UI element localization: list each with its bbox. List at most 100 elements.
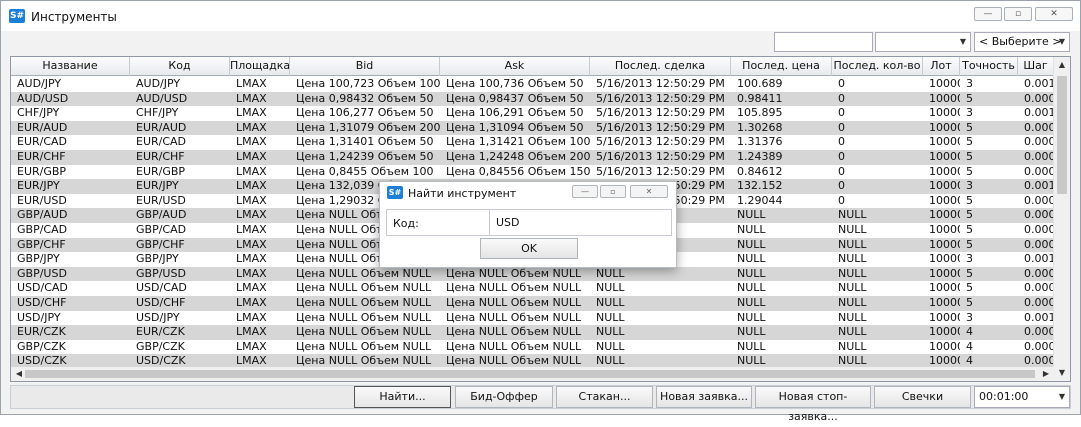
filter-input[interactable]	[774, 32, 873, 52]
table-row[interactable]: AUD/JPY AUD/JPY LMAX Цена 100,723 Объем 100…	[11, 77, 1054, 92]
column-header-last-trade[interactable]: Послед. сделка	[590, 57, 731, 76]
column-header-code[interactable]: Код	[130, 57, 230, 76]
dialog-minimize-icon[interactable]: —	[572, 185, 598, 198]
column-header-name[interactable]: Название	[11, 57, 130, 76]
security-select[interactable]: < Выберите > ▼	[974, 32, 1070, 52]
cell-lot: 10000	[929, 339, 960, 353]
cell-lot: 10000	[929, 296, 960, 309]
cell-step: 0.00001	[1024, 237, 1054, 251]
column-header-last-price[interactable]: Послед. цена	[731, 57, 832, 76]
cell-code: AUD/JPY	[136, 77, 181, 90]
column-header-bid[interactable]: Bid	[290, 57, 440, 76]
cell-last-volume: 0	[838, 164, 845, 178]
vertical-scrollbar[interactable]: ▲ ▼	[1053, 57, 1070, 381]
cell-lot: 10000	[929, 106, 960, 120]
table-row[interactable]: USD/JPY USD/JPY LMAX Цена NULL Объем NULL Це…	[11, 311, 1054, 326]
cell-last-volume: 0	[838, 135, 845, 149]
table-row[interactable]: GBP/CZK GBP/CZK LMAX Цена NULL Объем NULL Це…	[11, 340, 1054, 355]
cell-board: LMAX	[236, 179, 267, 193]
dialog-maximize-icon[interactable]: ▫	[600, 185, 626, 198]
cell-decimals: 3	[966, 106, 973, 120]
cell-lot: 10000	[929, 208, 960, 222]
scroll-up-icon[interactable]: ▲	[1054, 57, 1070, 73]
cell-name: EUR/CAD	[17, 135, 68, 149]
cell-name: AUD/USD	[17, 91, 69, 105]
cell-name: EUR/CHF	[17, 150, 66, 163]
cell-last-volume: NULL	[838, 296, 867, 309]
cell-last-price: 1.30268	[737, 120, 783, 134]
cell-last-price: NULL	[737, 339, 766, 353]
table-row[interactable]: USD/CAD USD/CAD LMAX Цена NULL Объем NULL Це…	[11, 281, 1054, 296]
cell-last-trade: NULL	[596, 325, 625, 339]
cell-lot: 10000	[929, 179, 960, 193]
cell-board: LMAX	[236, 281, 267, 295]
cell-code: GBP/CHF	[136, 237, 185, 251]
cell-board: LMAX	[236, 325, 267, 339]
column-header-decimals[interactable]: Точность	[960, 57, 1018, 76]
cell-code: EUR/CZK	[136, 325, 185, 339]
cell-code: CHF/JPY	[136, 106, 179, 120]
column-header-last-volume[interactable]: Послед. кол-во	[832, 57, 923, 76]
cell-last-volume: NULL	[838, 325, 867, 339]
cell-name: GBP/CAD	[17, 223, 68, 236]
table-row[interactable]: EUR/CAD EUR/CAD LMAX Цена 1,31401 Объем 50 Ц…	[11, 135, 1054, 150]
cell-last-trade: NULL	[596, 339, 625, 353]
candles-button[interactable]: Свечки	[874, 386, 971, 408]
cell-name: AUD/JPY	[17, 77, 62, 90]
column-header-lot[interactable]: Лот	[923, 57, 960, 76]
cell-decimals: 4	[966, 325, 973, 339]
table-row[interactable]: EUR/CHF EUR/CHF LMAX Цена 1,24239 Объем 50 Ц…	[11, 150, 1054, 165]
table-row[interactable]: EUR/GBP EUR/GBP LMAX Цена 0,8455 Объем 100 Ц…	[11, 165, 1054, 180]
window-title: Инструменты	[31, 10, 117, 24]
table-row[interactable]: EUR/CZK EUR/CZK LMAX Цена NULL Объем NULL Це…	[11, 325, 1054, 340]
cell-code: EUR/CHF	[136, 150, 185, 163]
cell-last-price: 105.895	[737, 106, 783, 120]
column-header-step[interactable]: Шаг	[1018, 57, 1054, 76]
timeframe-input[interactable]: 00:01:00 ▼	[974, 386, 1070, 408]
hscroll-thumb[interactable]	[25, 370, 1035, 378]
cell-name: EUR/CZK	[17, 325, 66, 339]
cell-bid: Цена 0,98432 Объем 50	[296, 91, 434, 105]
ok-button[interactable]: OK	[480, 238, 578, 259]
cell-bid: Цена 0,8455 Объем 100	[296, 164, 434, 178]
new-stop-order-button[interactable]: Новая стоп-заявка...	[755, 386, 871, 423]
new-order-button[interactable]: Новая заявка...	[656, 386, 752, 408]
cell-lot: 10000	[929, 266, 960, 280]
scroll-right-icon[interactable]: ▶	[1038, 366, 1054, 381]
cell-last-volume: NULL	[838, 339, 867, 353]
cell-board: LMAX	[236, 208, 267, 222]
cell-step: 0.0001	[1024, 325, 1054, 339]
horizontal-scrollbar[interactable]: ◀ ▶	[11, 367, 1054, 381]
maximize-icon[interactable]: ▫	[1004, 7, 1032, 21]
scroll-down-icon[interactable]: ▼	[1054, 365, 1070, 381]
cell-name: EUR/JPY	[17, 179, 60, 193]
cell-last-trade: 5/16/2013 12:50:29 PM	[596, 120, 725, 134]
column-header-ask[interactable]: Ask	[440, 57, 590, 76]
table-row[interactable]: GBP/USD GBP/USD LMAX Цена NULL Объем NULL Це…	[11, 266, 1054, 282]
code-input[interactable]: USD	[489, 210, 672, 235]
cell-step: 0.0001	[1024, 339, 1054, 353]
filter-combobox[interactable]: ▼	[875, 32, 971, 52]
table-row[interactable]: USD/CHF USD/CHF LMAX Цена NULL Объем NULL Це…	[11, 296, 1054, 311]
find-button[interactable]: Найти...	[354, 386, 451, 408]
cell-bid: Цена 1,31401 Объем 50	[296, 135, 434, 149]
cell-board: LMAX	[236, 339, 267, 353]
cell-step: 0.001	[1024, 77, 1054, 90]
minimize-icon[interactable]: —	[974, 7, 1002, 21]
chevron-down-icon: ▼	[959, 37, 967, 46]
scroll-thumb[interactable]	[1057, 76, 1067, 194]
table-row[interactable]: CHF/JPY CHF/JPY LMAX Цена 106,277 Объем 50 Ц…	[11, 106, 1054, 121]
table-row[interactable]: EUR/AUD EUR/AUD LMAX Цена 1,31079 Объем 200…	[11, 120, 1054, 136]
column-header-board[interactable]: Площадка	[230, 57, 290, 76]
bid-offer-button[interactable]: Бид-Оффер	[455, 386, 553, 408]
cell-ask: Цена 0,98437 Объем 50	[446, 91, 584, 105]
cell-lot: 10000	[929, 135, 960, 149]
cell-last-trade: NULL	[596, 266, 625, 280]
cell-board: LMAX	[236, 77, 267, 90]
cell-board: LMAX	[236, 193, 267, 207]
order-book-button[interactable]: Стакан...	[556, 386, 653, 408]
close-icon[interactable]: ✕	[1035, 7, 1073, 21]
dialog-close-icon[interactable]: ✕	[630, 185, 668, 198]
table-row[interactable]: AUD/USD AUD/USD LMAX Цена 0,98432 Объем 50 Ц…	[11, 91, 1054, 107]
cell-code: GBP/CAD	[136, 223, 187, 236]
